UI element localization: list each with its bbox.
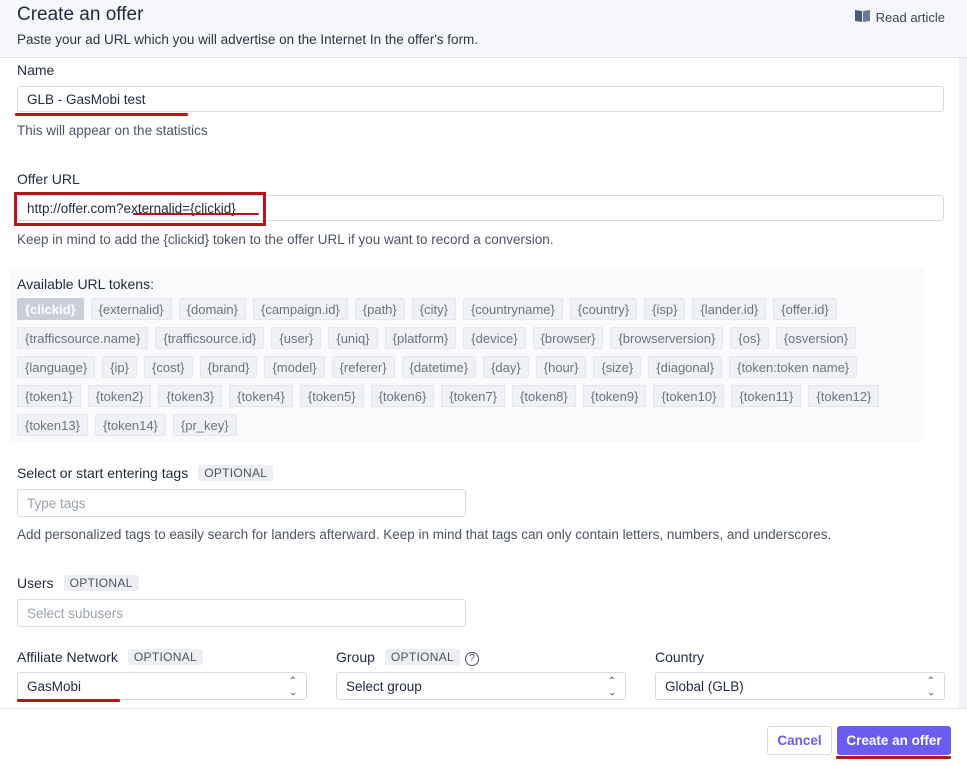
url-token-chip[interactable]: {trafficsource.name} xyxy=(17,327,149,349)
url-token-chip[interactable]: {platform} xyxy=(384,327,457,349)
annotation-box-offer-url xyxy=(14,192,266,226)
url-token-chip[interactable]: {referer} xyxy=(331,356,395,378)
name-input[interactable]: GLB - GasMobi test xyxy=(17,86,944,112)
dialog-header: Create an offer Paste your ad URL which … xyxy=(0,0,967,58)
country-value: Global (GLB) xyxy=(665,678,744,694)
url-token-chip[interactable]: {browserversion} xyxy=(610,327,724,349)
annotation-underline-affiliate xyxy=(17,699,120,702)
offer-url-help-text: Keep in mind to add the {clickid} token … xyxy=(17,232,554,247)
affiliate-network-value: GasMobi xyxy=(27,678,82,694)
page-title: Create an offer xyxy=(17,4,144,25)
name-input-value: GLB - GasMobi test xyxy=(27,91,146,107)
users-optional-badge: OPTIONAL xyxy=(63,575,139,591)
users-label-row: Users OPTIONAL xyxy=(17,575,139,591)
url-token-chip[interactable]: {token8} xyxy=(512,385,576,407)
tags-input[interactable]: Type tags xyxy=(17,489,466,517)
country-label: Country xyxy=(655,649,705,665)
url-token-chip[interactable]: {token13} xyxy=(17,414,88,436)
url-token-chip[interactable]: {pr_key} xyxy=(172,414,237,436)
url-token-chip[interactable]: {city} xyxy=(411,298,456,320)
dialog-footer: Cancel Create an offer xyxy=(0,708,967,766)
name-label: Name xyxy=(17,62,55,78)
url-tokens-title: Available URL tokens: xyxy=(17,276,154,292)
group-label: Group xyxy=(336,649,375,665)
url-token-chip[interactable]: {browser} xyxy=(532,327,604,349)
country-select[interactable]: Global (GLB) ⌃ ⌃ xyxy=(655,672,945,700)
url-token-chip[interactable]: {offer.id} xyxy=(773,298,837,320)
group-select[interactable]: Select group ⌃ ⌃ xyxy=(336,672,626,700)
url-token-chip[interactable]: {day} xyxy=(483,356,529,378)
url-token-chip[interactable]: {token4} xyxy=(229,385,293,407)
url-token-chip[interactable]: {uniq} xyxy=(328,327,378,349)
group-value: Select group xyxy=(346,678,422,694)
url-token-chip[interactable]: {isp} xyxy=(644,298,686,320)
tags-input-placeholder: Type tags xyxy=(27,495,86,511)
url-token-chip[interactable]: {token10} xyxy=(653,385,725,407)
url-token-chip[interactable]: {user} xyxy=(271,327,322,349)
offer-url-label: Offer URL xyxy=(17,171,80,187)
url-token-chip[interactable]: {token5} xyxy=(299,385,364,407)
url-token-chip[interactable]: {token12} xyxy=(808,385,880,407)
url-token-chip[interactable]: {osversion} xyxy=(775,327,857,349)
url-token-chip[interactable]: {size} xyxy=(593,356,642,378)
select-chevron-icon: ⌃ ⌃ xyxy=(926,676,935,697)
create-offer-button[interactable]: Create an offer xyxy=(837,726,951,755)
url-token-chip[interactable]: {token11} xyxy=(731,385,802,407)
book-icon xyxy=(854,9,871,26)
url-token-chip[interactable]: {language} xyxy=(17,356,96,378)
url-token-chip[interactable]: {domain} xyxy=(178,298,246,320)
help-question-icon[interactable]: ? xyxy=(465,652,480,666)
read-article-link[interactable]: Read article xyxy=(854,9,945,26)
read-article-label: Read article xyxy=(875,10,945,25)
tags-help-text: Add personalized tags to easily search f… xyxy=(17,527,832,542)
url-token-chip[interactable]: {os} xyxy=(730,327,769,349)
url-token-chip[interactable]: {trafficsource.id} xyxy=(155,327,265,349)
url-token-chip[interactable]: {clickid} xyxy=(17,298,84,320)
url-token-chip[interactable]: {country} xyxy=(569,298,638,320)
url-token-chip[interactable]: {path} xyxy=(354,298,405,320)
affiliate-network-select[interactable]: GasMobi ⌃ ⌃ xyxy=(17,672,307,700)
affiliate-network-label-row: Affiliate Network OPTIONAL xyxy=(17,649,203,665)
url-token-chip[interactable]: {token3} xyxy=(158,385,223,407)
url-token-chip[interactable]: {diagonal} xyxy=(648,356,723,378)
users-input[interactable]: Select subusers xyxy=(17,599,466,627)
url-token-chip[interactable]: {token14} xyxy=(94,414,166,436)
url-token-chip[interactable]: {model} xyxy=(264,356,325,378)
scrollbar[interactable] xyxy=(959,58,967,708)
url-token-chip[interactable]: {hour} xyxy=(535,356,587,378)
url-token-chip[interactable]: {externalid} xyxy=(90,298,172,320)
group-optional-badge: OPTIONAL xyxy=(384,649,461,665)
affiliate-network-label: Affiliate Network xyxy=(17,649,118,665)
annotation-underline-clickid xyxy=(133,213,259,215)
group-label-row: Group OPTIONAL? xyxy=(336,649,480,666)
url-token-chip[interactable]: {token9} xyxy=(582,385,647,407)
url-token-chip[interactable]: {token7} xyxy=(441,385,506,407)
users-label: Users xyxy=(17,575,54,591)
cancel-button[interactable]: Cancel xyxy=(767,726,832,755)
url-token-chip[interactable]: {countryname} xyxy=(462,298,563,320)
url-token-chip[interactable]: {token6} xyxy=(370,385,435,407)
url-tokens-list: {clickid} {externalid} {domain} {campaign.i… xyxy=(17,298,907,436)
tags-optional-badge: OPTIONAL xyxy=(198,465,274,481)
url-token-chip[interactable]: {datetime} xyxy=(401,356,477,378)
affiliate-network-optional-badge: OPTIONAL xyxy=(127,649,203,665)
select-chevron-icon: ⌃ ⌃ xyxy=(607,676,616,697)
url-token-chip[interactable]: {ip} xyxy=(102,356,137,378)
annotation-underline-create xyxy=(836,756,951,759)
tags-label-row: Select or start entering tags OPTIONAL xyxy=(17,465,274,481)
url-token-chip[interactable]: {brand} xyxy=(199,356,258,378)
url-token-chip[interactable]: {token1} xyxy=(17,385,81,407)
annotation-underline-name xyxy=(15,113,188,116)
url-token-chip[interactable]: {token2} xyxy=(87,385,152,407)
url-token-chip[interactable]: {device} xyxy=(463,327,526,349)
tags-label: Select or start entering tags xyxy=(17,465,189,481)
url-token-chip[interactable]: {lander.id} xyxy=(692,298,767,320)
url-token-chip[interactable]: {campaign.id} xyxy=(252,298,348,320)
url-token-chip[interactable]: {token:token name} xyxy=(729,356,858,378)
page-subtitle: Paste your ad URL which you will adverti… xyxy=(17,32,479,47)
users-input-placeholder: Select subusers xyxy=(27,605,124,621)
url-token-chip[interactable]: {cost} xyxy=(144,356,193,378)
select-chevron-icon: ⌃ ⌃ xyxy=(288,676,297,697)
name-help-text: This will appear on the statistics xyxy=(17,123,208,138)
